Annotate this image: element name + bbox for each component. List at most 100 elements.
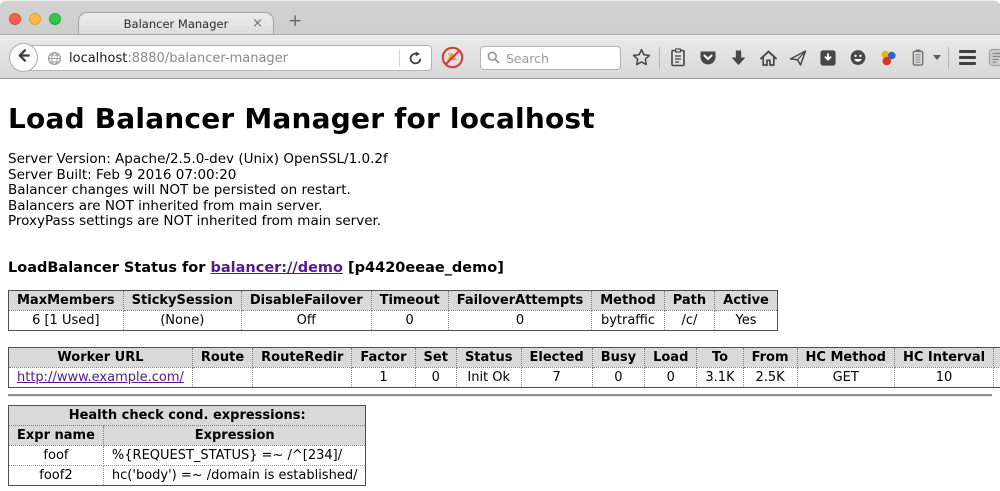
- cell-path: /c/: [664, 310, 714, 330]
- col-failoverattempts: FailoverAttempts: [448, 290, 592, 310]
- col-route: Route: [192, 347, 252, 367]
- colored-dots-icon[interactable]: [873, 49, 903, 67]
- back-button[interactable]: [9, 43, 38, 72]
- balancer-settings-table: MaxMembers StickySession DisableFailover…: [8, 290, 778, 331]
- cell-stickysession: (None): [123, 310, 241, 330]
- col-expr-name: Expr name: [9, 425, 104, 445]
- cell-busy: 0: [592, 367, 644, 387]
- health-data-row: foof %{REQUEST_STATUS} =~ /^[234]/: [9, 445, 366, 465]
- cell-expression-foof: %{REQUEST_STATUS} =~ /^[234]/: [103, 445, 366, 465]
- health-check-table: Health check cond. expressions: Expr nam…: [8, 405, 366, 486]
- content-blocked-icon[interactable]: [441, 46, 464, 73]
- persist-warning-line: Balancer changes will NOT be persisted o…: [8, 183, 992, 199]
- worker-url-link[interactable]: http://www.example.com/: [17, 370, 184, 385]
- col-hc-method: HC Method: [797, 347, 894, 367]
- downloads-arrow-icon[interactable]: [723, 49, 753, 67]
- cell-elected: 7: [521, 367, 592, 387]
- health-table-title: Health check cond. expressions:: [9, 405, 366, 425]
- col-elected: Elected: [521, 347, 592, 367]
- navigation-toolbar: localhost:8880/balancer-manager: [0, 34, 1000, 79]
- cell-disablefailover: Off: [241, 310, 371, 330]
- worker-data-row: http://www.example.com/ 1 0 Init Ok 7 0 …: [9, 367, 1000, 387]
- toolbar-separator: [948, 47, 949, 69]
- col-status: Status: [456, 347, 521, 367]
- col-passes: Passes: [994, 347, 1000, 367]
- status-heading: LoadBalancer Status for balancer://demo …: [8, 260, 992, 276]
- cell-hc-interval: 10: [894, 367, 993, 387]
- worker-header-row: Worker URL Route RouteRedir Factor Set S…: [9, 347, 1000, 367]
- grid-extension-icon[interactable]: [982, 48, 1000, 67]
- cell-active: Yes: [715, 310, 778, 330]
- url-path: :8880/balancer-manager: [127, 51, 288, 66]
- proxypass-inherit-line: ProxyPass settings are NOT inherited fro…: [8, 214, 992, 230]
- status-heading-prefix: LoadBalancer Status for: [8, 260, 210, 276]
- toolbar-separator: [659, 47, 660, 69]
- col-set: Set: [415, 347, 456, 367]
- smiley-chat-icon[interactable]: [843, 49, 873, 67]
- col-factor: Factor: [352, 347, 415, 367]
- col-expression: Expression: [103, 425, 366, 445]
- col-path: Path: [664, 290, 714, 310]
- cell-method: bytraffic: [592, 310, 664, 330]
- globe-icon: [47, 51, 62, 66]
- cell-worker-url: http://www.example.com/: [9, 367, 193, 387]
- balancer-header-row: MaxMembers StickySession DisableFailover…: [9, 290, 778, 310]
- server-version-line: Server Version: Apache/2.5.0-dev (Unix) …: [8, 152, 992, 168]
- server-info: Server Version: Apache/2.5.0-dev (Unix) …: [8, 152, 992, 230]
- window-controls: [9, 13, 61, 25]
- page-content: Load Balancer Manager for localhost Serv…: [0, 79, 1000, 491]
- search-bar[interactable]: [480, 46, 621, 70]
- download-box-icon[interactable]: [813, 49, 843, 67]
- col-busy: Busy: [592, 347, 644, 367]
- container-icon[interactable]: [903, 48, 933, 67]
- tab-bar: Balancer Manager × +: [0, 0, 1000, 34]
- new-tab-button[interactable]: +: [288, 11, 302, 31]
- back-arrow-icon: [16, 48, 31, 67]
- cell-factor: 1: [352, 367, 415, 387]
- col-stickysession: StickySession: [123, 290, 241, 310]
- col-active: Active: [715, 290, 778, 310]
- home-icon[interactable]: [753, 49, 783, 67]
- cell-maxmembers: 6 [1 Used]: [9, 310, 124, 330]
- cell-route: [192, 367, 252, 387]
- col-from: From: [743, 347, 797, 367]
- tab-title: Balancer Manager: [124, 17, 229, 31]
- col-load: Load: [645, 347, 697, 367]
- col-to: To: [697, 347, 743, 367]
- col-worker-url: Worker URL: [9, 347, 193, 367]
- server-built-line: Server Built: Feb 9 2016 07:00:20: [8, 168, 992, 184]
- health-title-row: Health check cond. expressions:: [9, 405, 366, 425]
- close-window-button[interactable]: [9, 13, 21, 25]
- col-routeredir: RouteRedir: [253, 347, 352, 367]
- cell-status: Init Ok: [456, 367, 521, 387]
- page-title: Load Balancer Manager for localhost: [8, 79, 992, 135]
- cell-expression-foof2: hc('body') =~ /domain is established/: [103, 465, 366, 485]
- menu-hamburger-icon[interactable]: [952, 50, 982, 65]
- search-input[interactable]: [506, 51, 606, 66]
- cell-expr-name-foof2: foof2: [9, 465, 104, 485]
- cell-to: 3.1K: [697, 367, 743, 387]
- cell-set: 0: [415, 367, 456, 387]
- url-domain: localhost: [69, 51, 127, 66]
- col-timeout: Timeout: [371, 290, 448, 310]
- overflow-caret-icon[interactable]: [933, 55, 941, 60]
- clipboard-icon[interactable]: [663, 48, 693, 67]
- cell-failoverattempts: 0: [448, 310, 592, 330]
- zoom-window-button[interactable]: [49, 13, 61, 25]
- url-bar[interactable]: localhost:8880/balancer-manager: [24, 45, 432, 71]
- reload-button[interactable]: [408, 51, 423, 66]
- col-maxmembers: MaxMembers: [9, 290, 124, 310]
- pocket-icon[interactable]: [693, 49, 723, 66]
- url-text[interactable]: localhost:8880/balancer-manager: [69, 51, 399, 66]
- send-plane-icon[interactable]: [783, 49, 813, 67]
- balancer-demo-link[interactable]: balancer://demo: [210, 260, 343, 276]
- bookmark-star-icon[interactable]: [626, 48, 656, 67]
- cell-from: 2.5K: [743, 367, 797, 387]
- balancers-inherit-line: Balancers are NOT inherited from main se…: [8, 199, 992, 215]
- url-separator: [399, 49, 400, 67]
- tab-balancer-manager[interactable]: Balancer Manager ×: [78, 12, 274, 35]
- search-icon: [487, 49, 500, 68]
- tab-close-icon[interactable]: ×: [252, 16, 263, 31]
- col-hc-interval: HC Interval: [894, 347, 993, 367]
- minimize-window-button[interactable]: [29, 13, 41, 25]
